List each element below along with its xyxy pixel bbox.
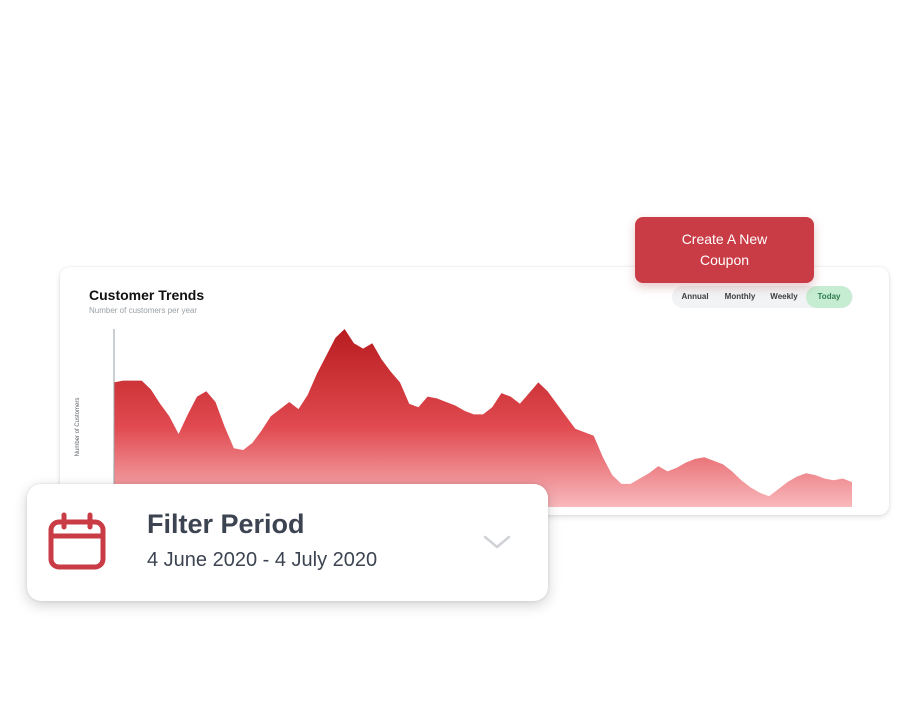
card-subtitle: Number of customers per year [89, 306, 198, 315]
tab-monthly[interactable]: Monthly [718, 286, 762, 308]
period-tabs: Annual Monthly Weekly Today [672, 286, 853, 308]
card-title: Customer Trends [89, 287, 205, 303]
filter-period-card[interactable]: Filter Period 4 June 2020 - 4 July 2020 [27, 484, 548, 601]
calendar-icon [48, 512, 106, 570]
customer-trends-card: Customer Trends Number of customers per … [60, 267, 889, 515]
tab-weekly[interactable]: Weekly [762, 286, 806, 308]
y-axis-label: Number of Customers [75, 397, 81, 457]
filter-date-range: 4 June 2020 - 4 July 2020 [147, 549, 378, 571]
filter-title: Filter Period [147, 509, 305, 539]
customer-trend-area [114, 329, 852, 507]
create-coupon-label: Create A New Coupon [681, 231, 768, 268]
chevron-down-icon[interactable] [482, 532, 512, 552]
tab-today[interactable]: Today [806, 286, 852, 308]
create-coupon-button[interactable]: Create A New Coupon [635, 217, 814, 283]
tab-annual[interactable]: Annual [672, 286, 718, 308]
